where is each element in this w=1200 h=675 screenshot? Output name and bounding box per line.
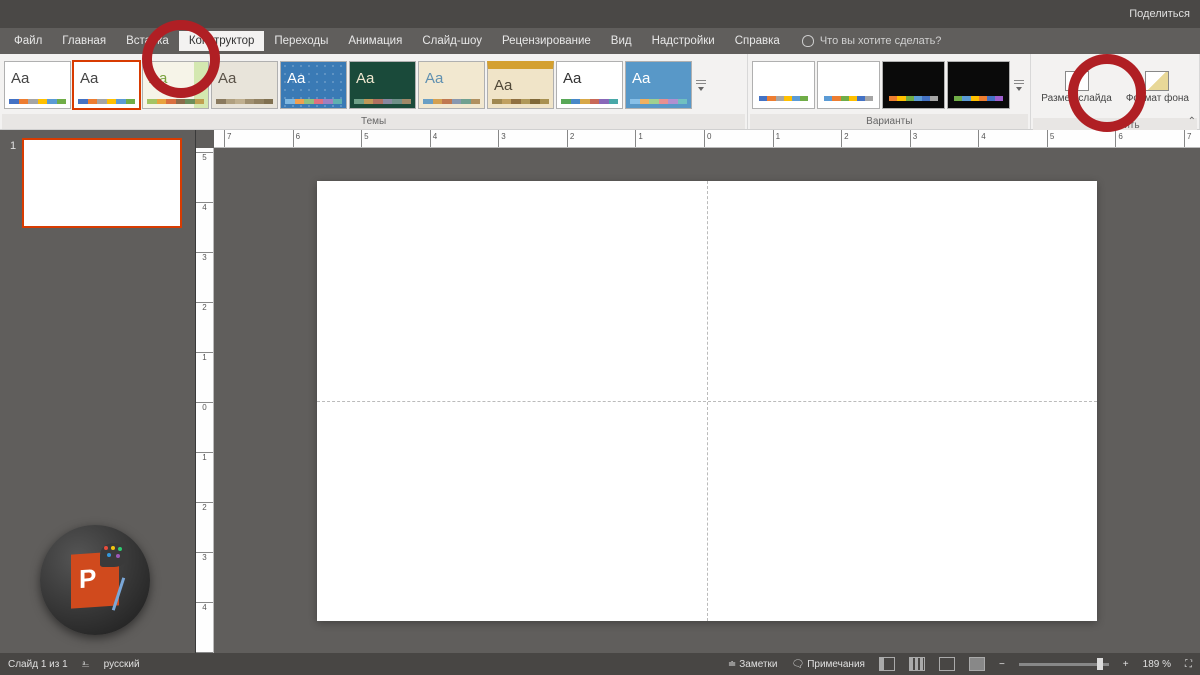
variant-thumbnail[interactable] <box>817 61 880 109</box>
variant-thumbnail[interactable] <box>752 61 815 109</box>
theme-thumbnail[interactable]: Aa <box>418 61 485 109</box>
theme-color-swatch <box>630 99 687 104</box>
collapse-ribbon-button[interactable]: ⌃ <box>1188 116 1196 127</box>
theme-thumbnail[interactable]: Aa <box>487 61 554 109</box>
tab-slideshow[interactable]: Слайд-шоу <box>412 31 492 51</box>
tab-view[interactable]: Вид <box>601 31 642 51</box>
theme-thumbnail[interactable]: Aa <box>73 61 140 109</box>
notes-label: Заметки <box>739 659 777 670</box>
format-bg-icon <box>1145 71 1169 91</box>
format-bg-label: Формат фона <box>1126 93 1189 104</box>
vertical-ruler[interactable]: 54321012345 <box>196 148 214 653</box>
canvas-area[interactable] <box>214 148 1200 653</box>
tell-me-label: Что вы хотите сделать? <box>820 35 942 47</box>
theme-aa-label: Aa <box>149 70 167 87</box>
fit-to-window-button[interactable]: ⛶ <box>1185 659 1192 670</box>
tab-review[interactable]: Рецензирование <box>492 31 601 51</box>
slide-size-icon <box>1065 71 1089 91</box>
variant-color-swatch <box>824 96 873 101</box>
variant-color-swatch <box>954 96 1003 101</box>
tab-insert[interactable]: Вставка <box>116 31 179 51</box>
slide-number: 1 <box>10 138 16 228</box>
theme-aa-label: Aa <box>425 70 443 87</box>
variant-color-swatch <box>759 96 808 101</box>
comments-button[interactable]: 🗨 Примечания <box>792 659 865 670</box>
tab-transitions[interactable]: Переходы <box>264 31 338 51</box>
variants-expand-button[interactable] <box>1012 61 1026 109</box>
themes-expand-button[interactable] <box>694 61 708 109</box>
slide-thumb-item[interactable]: 1 <box>10 138 185 228</box>
slide-canvas[interactable] <box>317 181 1097 621</box>
spellcheck-icon[interactable]: ⎁ <box>82 659 90 670</box>
variant-thumbnail[interactable] <box>947 61 1010 109</box>
theme-color-swatch <box>216 99 273 104</box>
horizontal-ruler[interactable]: 765432101234567 <box>214 130 1200 148</box>
menu-bar: Файл Главная Вставка Конструктор Переход… <box>0 28 1200 54</box>
theme-color-swatch <box>147 99 204 104</box>
themes-group: Aa Aa Aa Aa Aa Aa Aa Aa Aa Aa Темы <box>0 54 748 129</box>
zoom-slider[interactable] <box>1019 663 1109 666</box>
theme-aa-label: Aa <box>11 70 29 87</box>
tab-addins[interactable]: Надстройки <box>642 31 725 51</box>
theme-thumbnail[interactable]: Aa <box>211 61 278 109</box>
slide-thumbnail[interactable] <box>22 138 182 228</box>
reading-view-button[interactable] <box>939 657 955 671</box>
theme-aa-label: Aa <box>632 70 650 87</box>
slide-editor: 765432101234567 54321012345 <box>196 130 1200 653</box>
powerpoint-logo-badge <box>40 525 150 635</box>
zoom-level[interactable]: 189 % <box>1143 659 1171 670</box>
theme-color-swatch <box>78 99 135 104</box>
theme-aa-label: Aa <box>494 77 512 94</box>
variants-group-label: Варианты <box>750 114 1028 129</box>
theme-color-swatch <box>9 99 66 104</box>
title-bar: Поделиться <box>0 0 1200 28</box>
theme-aa-label: Aa <box>563 70 581 87</box>
status-bar: Слайд 1 из 1 ⎁ русский ≐ Заметки 🗨 Приме… <box>0 653 1200 675</box>
theme-thumbnail[interactable]: Aa <box>625 61 692 109</box>
notes-button[interactable]: ≐ Заметки <box>728 659 778 670</box>
theme-color-swatch <box>423 99 480 104</box>
theme-thumbnail[interactable]: Aa <box>556 61 623 109</box>
zoom-in-button[interactable]: + <box>1123 659 1129 670</box>
tab-design[interactable]: Конструктор <box>179 31 265 51</box>
language-button[interactable]: русский <box>104 659 140 670</box>
tab-animations[interactable]: Анимация <box>338 31 412 51</box>
theme-thumbnail[interactable]: Aa <box>142 61 209 109</box>
theme-aa-label: Aa <box>356 70 374 87</box>
theme-thumbnail[interactable]: Aa <box>280 61 347 109</box>
variants-group: Варианты <box>748 54 1031 129</box>
theme-thumbnail[interactable]: Aa <box>349 61 416 109</box>
normal-view-button[interactable] <box>879 657 895 671</box>
variant-thumbnail[interactable] <box>882 61 945 109</box>
tab-home[interactable]: Главная <box>52 31 116 51</box>
format-background-button[interactable]: Формат фона <box>1120 58 1195 116</box>
theme-aa-label: Aa <box>218 70 236 87</box>
theme-color-swatch <box>492 99 549 104</box>
slideshow-view-button[interactable] <box>969 657 985 671</box>
share-button[interactable]: Поделиться <box>1129 8 1190 20</box>
slide-size-button[interactable]: Размер слайда <box>1035 58 1118 116</box>
tab-help[interactable]: Справка <box>725 31 790 51</box>
slide-counter[interactable]: Слайд 1 из 1 <box>8 659 68 670</box>
bulb-icon <box>802 35 814 47</box>
design-ribbon: Aa Aa Aa Aa Aa Aa Aa Aa Aa Aa Темы Варианты Разме… <box>0 54 1200 130</box>
tell-me-search[interactable]: Что вы хотите сделать? <box>802 35 942 47</box>
tab-file[interactable]: Файл <box>4 31 52 51</box>
palette-icon <box>100 543 128 567</box>
theme-thumbnail[interactable]: Aa <box>4 61 71 109</box>
zoom-out-button[interactable]: − <box>999 659 1005 670</box>
theme-aa-label: Aa <box>80 70 98 87</box>
theme-color-swatch <box>285 99 342 104</box>
workspace: 1 765432101234567 54321012345 <box>0 130 1200 653</box>
horizontal-guide[interactable] <box>317 401 1097 402</box>
sorter-view-button[interactable] <box>909 657 925 671</box>
theme-color-swatch <box>561 99 618 104</box>
customize-group: Размер слайда Формат фона Настроить <box>1031 54 1200 129</box>
variant-color-swatch <box>889 96 938 101</box>
theme-color-swatch <box>354 99 411 104</box>
theme-aa-label: Aa <box>287 70 305 87</box>
slide-size-label: Размер слайда <box>1041 93 1112 104</box>
comments-label: Примечания <box>807 659 865 670</box>
themes-group-label: Темы <box>2 114 745 129</box>
